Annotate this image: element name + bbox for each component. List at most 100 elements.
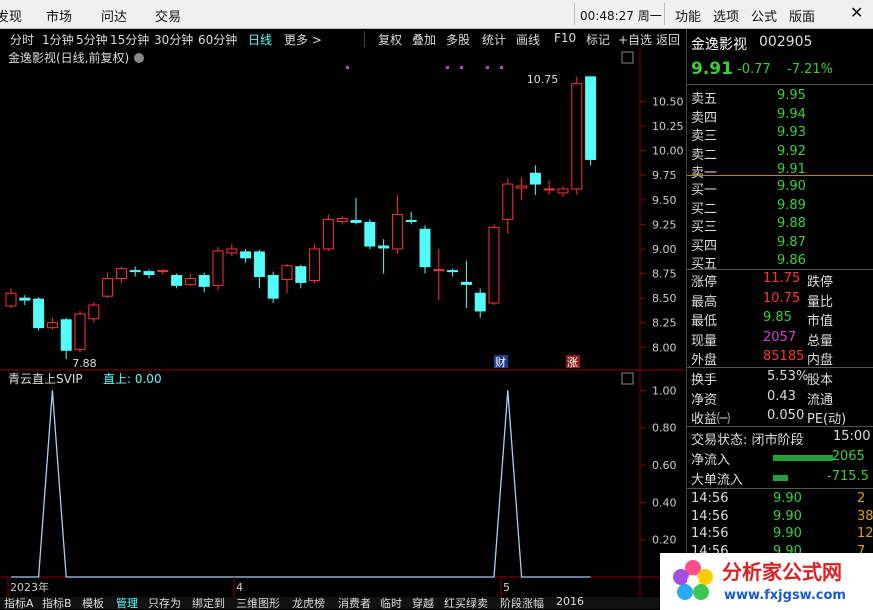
toolbar-button[interactable]: 画线 bbox=[516, 31, 540, 48]
tick-row: 14:56 9.90 12 bbox=[687, 525, 873, 544]
bottom-tab[interactable]: 临时 bbox=[380, 597, 402, 609]
app-window: 发现 市场 问达 交易 00:48:27 周一 功能 选项 公式 版面 ✕ 分时… bbox=[0, 0, 873, 610]
menu-discover[interactable]: 发现 bbox=[0, 6, 22, 25]
flow-bar bbox=[773, 455, 833, 461]
period-tab[interactable]: 1分钟 bbox=[42, 31, 74, 48]
menu-layout[interactable]: 版面 bbox=[789, 6, 815, 25]
bottom-tab[interactable]: 三维图形 bbox=[236, 597, 280, 609]
marker-label: 涨 bbox=[567, 356, 578, 369]
cell: 买三 bbox=[691, 220, 718, 235]
bottom-tab[interactable]: 绑定到 bbox=[192, 597, 225, 609]
flower-logo-icon bbox=[673, 560, 713, 600]
order-book-row: 卖二 9.92 bbox=[687, 143, 873, 163]
cell: 股本 bbox=[807, 373, 834, 388]
bottom-tab[interactable]: 指标B bbox=[42, 597, 72, 609]
divider bbox=[687, 488, 873, 489]
bottom-tab[interactable]: 穿越 bbox=[412, 597, 434, 609]
toolbar-button[interactable]: 标记 bbox=[586, 31, 610, 48]
period-tab[interactable]: 15分钟 bbox=[110, 31, 149, 48]
period-tab[interactable]: 分时 bbox=[10, 31, 34, 48]
bottom-tab-active[interactable]: 管理 bbox=[116, 597, 138, 609]
cell: 最低 bbox=[691, 314, 718, 329]
period-tab-active[interactable]: 日线 bbox=[248, 31, 272, 48]
cell: 0.43 bbox=[767, 388, 796, 404]
bottom-tab[interactable]: 消费者 bbox=[338, 597, 371, 609]
stock-price: 9.91 bbox=[691, 59, 733, 79]
y-tick-label: 9.75 bbox=[652, 169, 677, 182]
stock-code: 002905 bbox=[759, 34, 813, 50]
cell: 净流入 bbox=[691, 453, 731, 468]
period-tab[interactable]: 5分钟 bbox=[76, 31, 108, 48]
cell: 9.90 bbox=[777, 179, 806, 194]
kline-chart[interactable]: 10.75 7.88 财 涨 10.50 10.25 10.00 9.75 9.50 9.25 9… bbox=[0, 49, 686, 609]
period-tab[interactable]: 30分钟 bbox=[154, 31, 193, 48]
marker-label: 财 bbox=[495, 355, 506, 369]
chevron-down-icon[interactable] bbox=[134, 53, 144, 63]
bottom-tab-bar: 指标A 指标B 模板 管理 只存为 绑定到 三维图形 龙虎榜 消费者 临时 穿越… bbox=[0, 597, 686, 609]
top-menu-bar: 发现 市场 问达 交易 00:48:27 周一 功能 选项 公式 版面 ✕ bbox=[0, 0, 873, 29]
cell: 15:00 bbox=[833, 429, 871, 444]
bottom-tab[interactable]: 只存为 bbox=[148, 597, 181, 609]
candle-body bbox=[488, 226, 500, 304]
menu-wenda[interactable]: 问达 bbox=[101, 6, 127, 25]
menu-formula[interactable]: 公式 bbox=[751, 6, 777, 25]
bottom-tab[interactable]: 龙虎榜 bbox=[292, 597, 325, 609]
y-tick-label: 10.50 bbox=[652, 95, 684, 108]
menu-options[interactable]: 选项 bbox=[713, 6, 739, 25]
signal-dot bbox=[346, 66, 349, 69]
cell: 10.75 bbox=[763, 290, 801, 306]
toolbar-button[interactable]: 返回 bbox=[656, 31, 680, 48]
divider bbox=[664, 3, 665, 25]
y-tick-label: 8.25 bbox=[652, 317, 677, 330]
signal-dot bbox=[460, 66, 463, 69]
y-tick-label: 9.25 bbox=[652, 218, 677, 231]
order-book-row: 买三 9.88 bbox=[687, 215, 873, 235]
trade-status-row: 交易状态: 闭市阶段 15:00 bbox=[687, 428, 873, 448]
toolbar-button[interactable]: 多股 bbox=[446, 31, 470, 48]
toolbar-button[interactable]: F10 bbox=[554, 31, 576, 45]
toolbar-button[interactable]: 叠加 bbox=[412, 31, 436, 48]
cell: 涨停 bbox=[691, 275, 718, 290]
stat-row: 收益㈠ 0.050 PE(动) bbox=[687, 407, 873, 427]
toolbar-button[interactable]: 复权 bbox=[378, 31, 402, 48]
cell: 市值 bbox=[807, 314, 834, 329]
cell: 内盘 bbox=[807, 353, 834, 368]
cell: 卖五 bbox=[691, 92, 718, 107]
indicator-title: 青云直上SVIP bbox=[8, 372, 83, 386]
stat-row: 现量 2057 总量 bbox=[687, 329, 873, 349]
cell: 5.53% bbox=[767, 369, 809, 384]
cell: 最高 bbox=[691, 294, 718, 310]
menu-function[interactable]: 功能 bbox=[675, 6, 701, 25]
stat-row: 换手 5.53% 股本 bbox=[687, 368, 873, 388]
candle-body bbox=[350, 219, 362, 223]
cell: 卖二 bbox=[691, 147, 718, 163]
y-tick-label: 10.00 bbox=[652, 145, 684, 158]
low-label: 7.88 bbox=[72, 357, 97, 370]
chart-area[interactable]: 10.75 7.88 财 涨 10.50 10.25 10.00 9.75 9.50 9.25 9… bbox=[0, 49, 686, 609]
cell: 流通 bbox=[807, 392, 834, 408]
menu-trade[interactable]: 交易 bbox=[155, 6, 181, 25]
toolbar-button[interactable]: 统计 bbox=[482, 31, 506, 48]
bottom-tab[interactable]: 红买绿卖 bbox=[444, 597, 488, 609]
toolbar-button[interactable]: +自选 bbox=[618, 31, 652, 48]
restore-icon[interactable] bbox=[621, 372, 634, 385]
close-icon[interactable]: ✕ bbox=[850, 3, 863, 22]
bottom-tab[interactable]: 模板 bbox=[82, 597, 104, 609]
candle-body bbox=[543, 188, 555, 191]
cell: 9.94 bbox=[777, 106, 806, 122]
bottom-tab[interactable]: 阶段涨幅 bbox=[500, 597, 544, 609]
restore-icon[interactable] bbox=[621, 51, 634, 64]
menu-market[interactable]: 市场 bbox=[46, 6, 72, 25]
candle-body bbox=[295, 266, 307, 283]
bottom-tab[interactable]: 2016 bbox=[556, 597, 584, 608]
order-book-row: 卖三 9.93 bbox=[687, 124, 873, 144]
candle-body bbox=[529, 172, 541, 185]
period-more[interactable]: 更多 > bbox=[284, 31, 322, 48]
cell: 9.90 bbox=[773, 491, 802, 506]
period-tab[interactable]: 60分钟 bbox=[198, 31, 237, 48]
logo-title: 分析家公式网 bbox=[722, 560, 842, 584]
order-book-row: 买二 9.89 bbox=[687, 197, 873, 217]
stock-pct: -7.21% bbox=[787, 62, 833, 77]
clock: 00:48:27 周一 bbox=[580, 9, 662, 23]
bottom-tab[interactable]: 指标A bbox=[4, 597, 34, 609]
